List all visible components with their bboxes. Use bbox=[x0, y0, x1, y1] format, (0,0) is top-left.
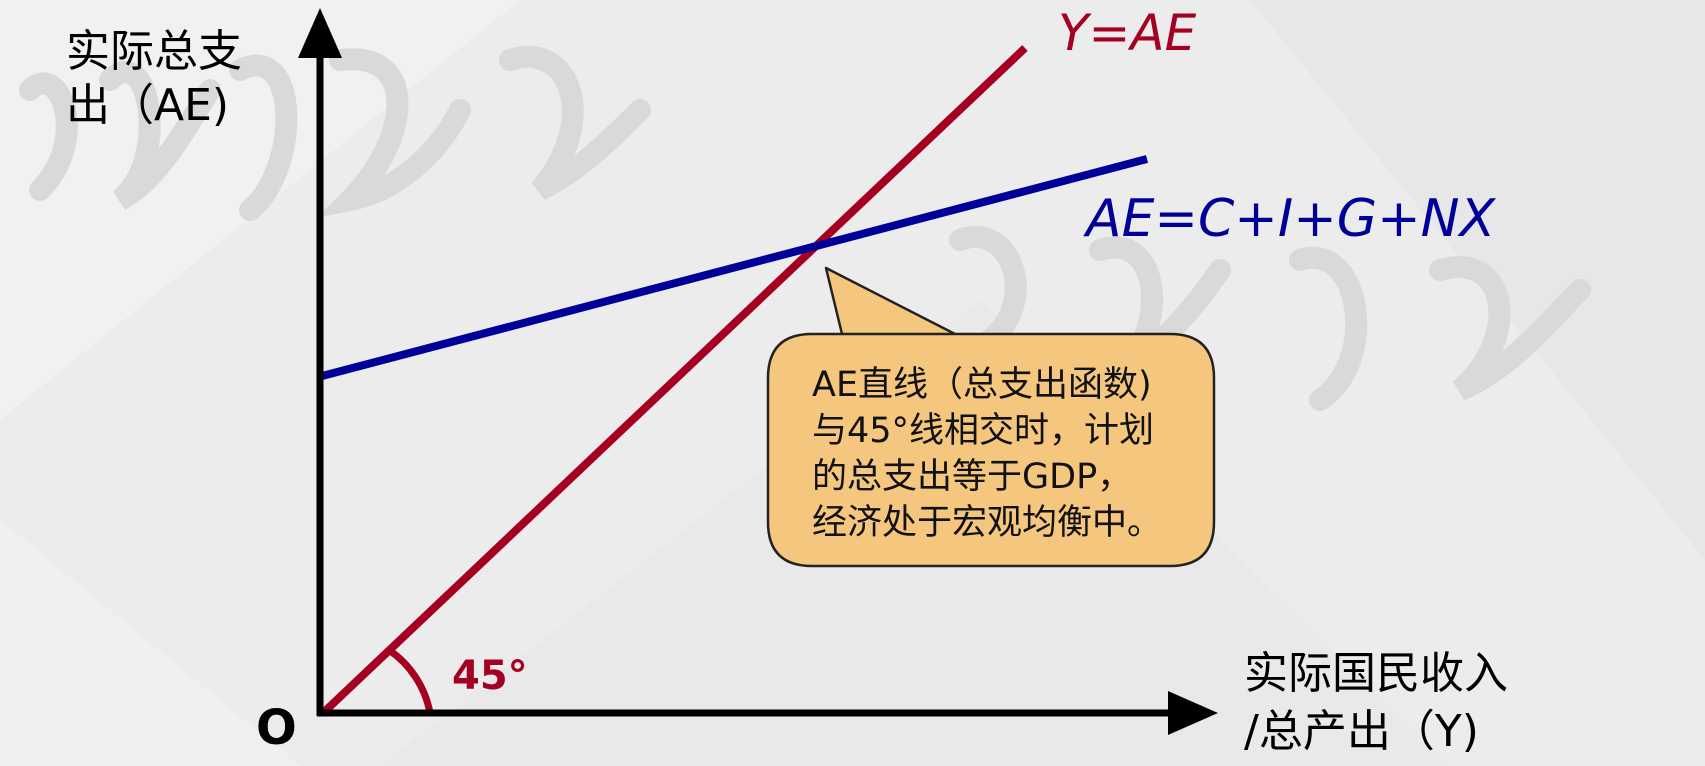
origin-label: O bbox=[256, 700, 297, 756]
callout-line-3: 的总支出等于GDP， bbox=[812, 457, 1133, 497]
x-axis-arrowhead bbox=[1168, 691, 1218, 735]
angle-label: 45° bbox=[452, 653, 528, 699]
x-axis-title-line1: 实际国民收入 bbox=[1244, 648, 1508, 699]
x-axis-title-line2: /总产出（Y) bbox=[1244, 706, 1479, 757]
y-axis-arrowhead bbox=[298, 8, 342, 58]
line-ae-label: AE=C+I+G+NX bbox=[1083, 189, 1497, 249]
slide-canvas: O 45° Y=AE AE=C+I+G+NX 实际总支 出（AE) 实际国民收入… bbox=[0, 0, 1705, 766]
callout-line-2: 与45°线相交时，计划 bbox=[812, 411, 1155, 451]
y-axis-title-line1: 实际总支 bbox=[66, 26, 242, 77]
line-45-label: Y=AE bbox=[1058, 4, 1197, 62]
callout-text-box: AE直线（总支出函数) 与45°线相交时，计划 的总支出等于GDP， 经济处于宏… bbox=[768, 334, 1214, 566]
y-axis-title-line2: 出（AE) bbox=[66, 80, 229, 131]
callout-line-1: AE直线（总支出函数) bbox=[812, 365, 1152, 405]
callout-line-4: 经济处于宏观均衡中。 bbox=[812, 503, 1163, 543]
angle-arc bbox=[386, 647, 434, 714]
